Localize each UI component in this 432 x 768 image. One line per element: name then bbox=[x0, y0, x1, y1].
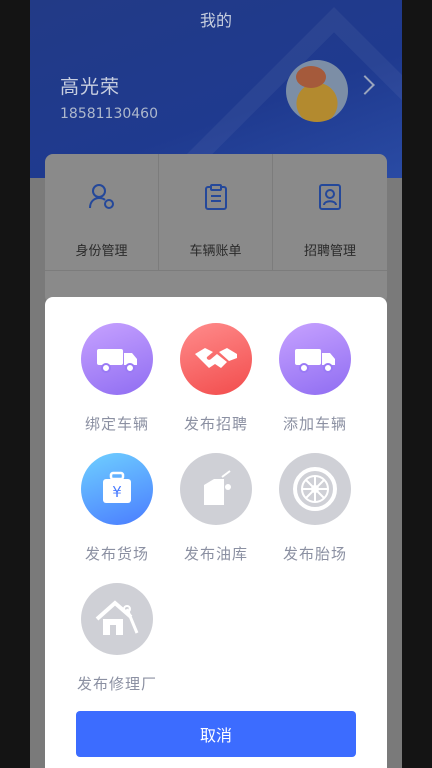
publish-oil-depot-button[interactable] bbox=[180, 453, 252, 525]
user-phone: 18581130460 bbox=[60, 106, 158, 122]
grid-item-identity[interactable]: 身份管理 bbox=[45, 154, 159, 271]
publish-recruit-button[interactable] bbox=[180, 323, 252, 395]
publish-sheet: 绑定车辆 发布招聘 添加车辆 ¥ 发布货场 发布油库 发布胎场 发布修理厂 取消 bbox=[45, 297, 387, 768]
clipboard-icon bbox=[204, 184, 227, 210]
profile-header: 我的 高光荣 18581130460 bbox=[30, 0, 402, 178]
grid-item-label: 车辆账单 bbox=[189, 244, 242, 259]
chevron-right-icon[interactable] bbox=[355, 75, 375, 95]
tire-icon bbox=[293, 467, 337, 511]
grid-item-label: 身份管理 bbox=[75, 244, 128, 259]
yen-bag-icon: ¥ bbox=[103, 471, 131, 503]
cancel-button[interactable]: 取消 bbox=[76, 711, 356, 757]
publish-tire-yard-item[interactable]: 发布胎场 bbox=[265, 453, 365, 564]
publish-repair-shop-button[interactable] bbox=[81, 583, 153, 655]
handshake-icon bbox=[195, 348, 237, 368]
publish-repair-shop-item[interactable]: 发布修理厂 bbox=[67, 583, 167, 694]
repair-house-icon bbox=[95, 600, 139, 635]
grid-item-recruit[interactable]: 招聘管理 bbox=[273, 154, 387, 271]
bind-vehicle-button[interactable] bbox=[81, 323, 153, 395]
publish-yard-label: 发布货场 bbox=[84, 545, 149, 563]
publish-oil-depot-item[interactable]: 发布油库 bbox=[166, 453, 266, 564]
add-vehicle-item[interactable]: 添加车辆 bbox=[265, 323, 365, 434]
avatar[interactable] bbox=[286, 60, 348, 122]
function-grid: 身份管理 车辆账单 招聘管理 bbox=[45, 154, 387, 304]
publish-yard-button[interactable]: ¥ bbox=[81, 453, 153, 525]
add-vehicle-label: 添加车辆 bbox=[282, 415, 347, 433]
profile-card-icon bbox=[319, 184, 341, 210]
page-title: 我的 bbox=[199, 11, 232, 30]
grid-item-label: 招聘管理 bbox=[303, 244, 356, 259]
publish-tire-yard-button[interactable] bbox=[279, 453, 351, 525]
user-settings-icon bbox=[88, 184, 114, 209]
truck-icon bbox=[295, 349, 335, 373]
bind-vehicle-item[interactable]: 绑定车辆 bbox=[67, 323, 167, 434]
publish-tire-yard-label: 发布胎场 bbox=[282, 545, 347, 563]
svg-text:¥: ¥ bbox=[112, 483, 122, 501]
publish-repair-shop-label: 发布修理厂 bbox=[76, 675, 157, 693]
phone-screen: 我的 高光荣 18581130460 身份管理 车辆账单 招聘管理 绑定车辆 发… bbox=[30, 0, 402, 768]
publish-oil-depot-label: 发布油库 bbox=[183, 545, 248, 563]
oil-can-icon bbox=[204, 470, 231, 505]
publish-recruit-item[interactable]: 发布招聘 bbox=[166, 323, 266, 434]
add-vehicle-button[interactable] bbox=[279, 323, 351, 395]
publish-yard-item[interactable]: ¥ 发布货场 bbox=[67, 453, 167, 564]
user-name: 高光荣 bbox=[60, 76, 121, 98]
bind-vehicle-label: 绑定车辆 bbox=[84, 415, 149, 433]
publish-recruit-label: 发布招聘 bbox=[183, 415, 248, 433]
truck-icon bbox=[97, 349, 137, 373]
grid-item-bill[interactable]: 车辆账单 bbox=[159, 154, 273, 271]
